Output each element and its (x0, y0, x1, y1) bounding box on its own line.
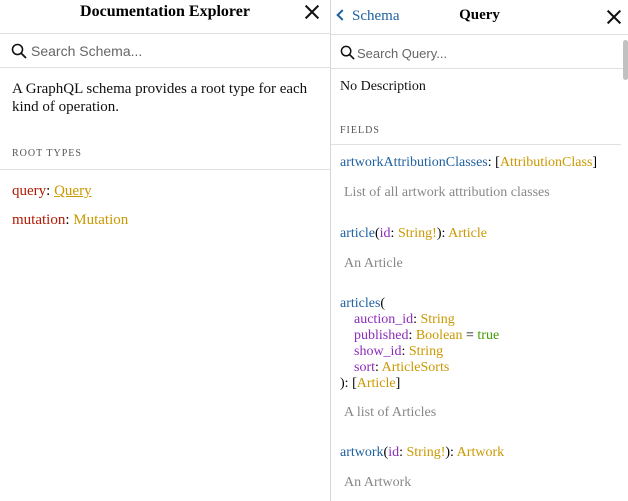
root-type-query: query: Query (12, 183, 92, 199)
panel-title: Documentation Explorer (80, 3, 250, 20)
close-icon[interactable] (606, 9, 622, 25)
schema-description: A GraphQL schema provides a root type fo… (12, 81, 308, 115)
field-name-link[interactable]: article (340, 226, 375, 241)
field-name-link[interactable]: artwork (340, 445, 384, 460)
arg-name: show_id (354, 344, 402, 359)
field-articles-return: ): [Article] (340, 376, 401, 391)
field-article: article(id: String!): Article (340, 226, 487, 241)
left-panel-header: Documentation Explorer (0, 0, 330, 34)
root-type-mutation: mutation: Mutation (12, 212, 129, 228)
arg-default-value: true (477, 328, 500, 343)
arg-type-link[interactable]: String (409, 344, 443, 359)
root-keyword: mutation (12, 212, 66, 228)
field-description: An Artwork (344, 475, 412, 490)
arg-auction-id: auction_id: String (354, 312, 455, 327)
arg-name: published (354, 328, 409, 343)
field-type-link[interactable]: Artwork (457, 445, 504, 460)
arg-name: sort (354, 360, 375, 375)
panel-title: Query (459, 7, 500, 23)
arg-type-link[interactable]: String! (398, 226, 437, 241)
arg-type-link[interactable]: String! (407, 445, 446, 460)
field-description: List of all artwork attribution classes (344, 185, 550, 200)
query-type-link[interactable]: Query (54, 183, 92, 199)
arg-name: id (388, 445, 400, 460)
field-artwork-attribution-classes: artworkAttributionClasses: [AttributionC… (340, 155, 598, 170)
arg-show-id: show_id: String (354, 344, 444, 359)
field-description: An Article (344, 256, 403, 271)
scrollbar-track[interactable] (622, 36, 628, 501)
field-description: A list of Articles (344, 405, 437, 420)
field-type-link[interactable]: Article (448, 226, 487, 241)
documentation-explorer-panel: Documentation Explorer A GraphQL schema … (0, 0, 331, 262)
schema-search-bar (0, 34, 330, 68)
root-keyword: query (12, 183, 47, 199)
arg-type-link[interactable]: String (421, 312, 455, 327)
mutation-type-link[interactable]: Mutation (73, 212, 128, 228)
search-icon (11, 43, 27, 59)
field-type-link[interactable]: AttributionClass (500, 155, 593, 170)
scrollbar-thumb[interactable] (623, 40, 628, 80)
arg-published: published: Boolean = true (354, 328, 500, 343)
field-name-link[interactable]: articles (340, 296, 380, 311)
schema-search-input[interactable] (31, 41, 311, 61)
field-type-link[interactable]: Article (357, 376, 396, 391)
field-artwork: artwork(id: String!): Artwork (340, 445, 505, 460)
arg-type-link[interactable]: ArticleSorts (382, 360, 450, 375)
search-icon (340, 45, 356, 61)
arg-type-link[interactable]: Boolean (416, 328, 463, 343)
arg-sort: sort: ArticleSorts (354, 360, 450, 375)
right-panel-header: Schema Query (331, 0, 628, 35)
arg-name: auction_id (354, 312, 414, 327)
section-divider (0, 169, 330, 170)
query-search-bar (331, 35, 628, 69)
query-doc-panel: Schema Query No Description FIELDS artwo… (330, 0, 628, 501)
fields-label: FIELDS (340, 125, 380, 136)
field-articles: articles( (340, 296, 386, 311)
close-icon[interactable] (304, 4, 320, 20)
root-types-label: ROOT TYPES (12, 148, 82, 159)
query-search-input[interactable] (357, 43, 612, 63)
section-divider (331, 144, 621, 145)
arg-name: id (379, 226, 391, 241)
type-description: No Description (340, 79, 426, 94)
field-name-link[interactable]: artworkAttributionClasses (340, 155, 488, 170)
